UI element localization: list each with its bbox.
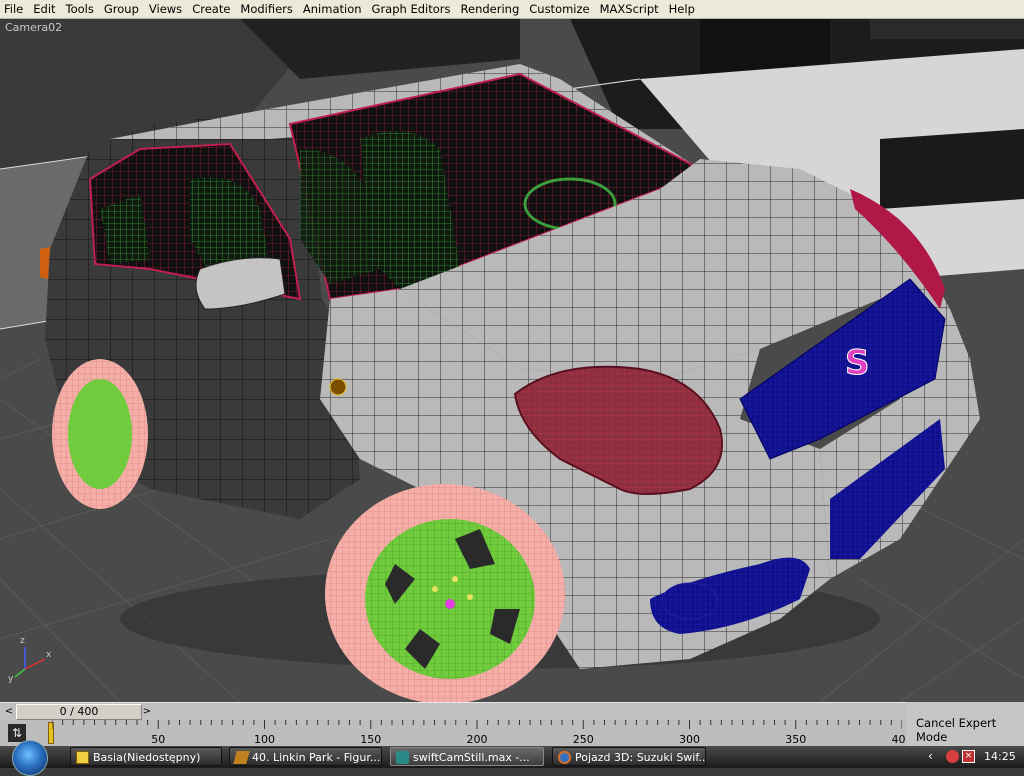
start-button[interactable]	[12, 740, 48, 776]
track-tick-label: 350	[785, 733, 807, 746]
windows-taskbar: Basia(Niedostępny) 40. Linkin Park - Fig…	[0, 740, 1024, 776]
system-tray: ‹ × 14:25	[922, 746, 1024, 768]
close-icon[interactable]: ×	[962, 750, 975, 763]
menu-views[interactable]: Views	[145, 0, 188, 18]
status-area: Cancel Expert Mode	[906, 702, 1024, 746]
camera-viewport[interactable]: S z x y Camera02	[0, 19, 1024, 702]
svg-text:x: x	[46, 650, 52, 660]
menu-graph-editors[interactable]: Graph Editors	[368, 0, 457, 18]
taskbar-button-label: Pojazd 3D: Suzuki Swif...	[575, 751, 706, 764]
track-tick-label: 100	[254, 733, 275, 746]
svg-text:S: S	[845, 343, 870, 383]
3dsmax-icon	[396, 751, 409, 764]
viewport-label[interactable]: Camera02	[5, 21, 62, 34]
taskbar-button-3dsmax[interactable]: swiftCamStill.max -...	[390, 747, 544, 766]
firefox-icon	[558, 751, 571, 764]
taskbar-button-label: Basia(Niedostępny)	[93, 751, 201, 764]
time-slider-next-button[interactable]: >	[140, 704, 154, 719]
track-tick-label: 200	[466, 733, 488, 746]
track-tick-label: 300	[679, 733, 700, 746]
svg-text:z: z	[20, 636, 25, 646]
time-slider-prev-button[interactable]: <	[2, 704, 16, 719]
menu-help[interactable]: Help	[665, 0, 701, 18]
menu-bar: File Edit Tools Group Views Create Modif…	[0, 0, 1024, 19]
taskbar-button-basia[interactable]: Basia(Niedostępny)	[70, 747, 222, 766]
taskbar-button-label: 40. Linkin Park - Figur...	[252, 751, 381, 764]
menu-maxscript[interactable]: MAXScript	[596, 0, 665, 18]
menu-file[interactable]: File	[0, 0, 29, 18]
menu-edit[interactable]: Edit	[29, 0, 61, 18]
taskbar-button-label: swiftCamStill.max -...	[413, 751, 530, 764]
mail-icon	[76, 751, 89, 764]
menu-create[interactable]: Create	[188, 0, 236, 18]
key-filter-icon[interactable]: ⇅	[8, 724, 26, 742]
track-tick-label: 250	[572, 733, 594, 746]
clock[interactable]: 14:25	[984, 750, 1016, 763]
track-tick-label: 150	[360, 733, 382, 746]
tray-app-icon[interactable]	[946, 750, 959, 763]
taskbar-button-firefox[interactable]: Pojazd 3D: Suzuki Swif...	[552, 747, 706, 766]
track-bar[interactable]: ⇅ 50 100 150 200 250 300 350 400	[0, 720, 913, 746]
menu-customize[interactable]: Customize	[525, 0, 595, 18]
winamp-icon	[233, 751, 250, 764]
menu-tools[interactable]: Tools	[62, 0, 100, 18]
track-tick-label: 50	[151, 733, 166, 746]
menu-modifiers[interactable]: Modifiers	[236, 0, 299, 18]
cancel-expert-mode-button[interactable]: Cancel Expert Mode	[916, 716, 1024, 744]
chevron-left-icon[interactable]: ‹	[928, 749, 933, 763]
time-slider-thumb[interactable]: 0 / 400	[16, 704, 142, 720]
menu-animation[interactable]: Animation	[299, 0, 368, 18]
menu-group[interactable]: Group	[100, 0, 145, 18]
svg-text:y: y	[8, 674, 14, 684]
taskbar-button-winamp[interactable]: 40. Linkin Park - Figur...	[229, 747, 382, 766]
time-slider[interactable]: < 0 / 400 >	[0, 702, 906, 720]
menu-rendering[interactable]: Rendering	[457, 0, 526, 18]
viewport-scene: S z x y	[0, 19, 1024, 702]
